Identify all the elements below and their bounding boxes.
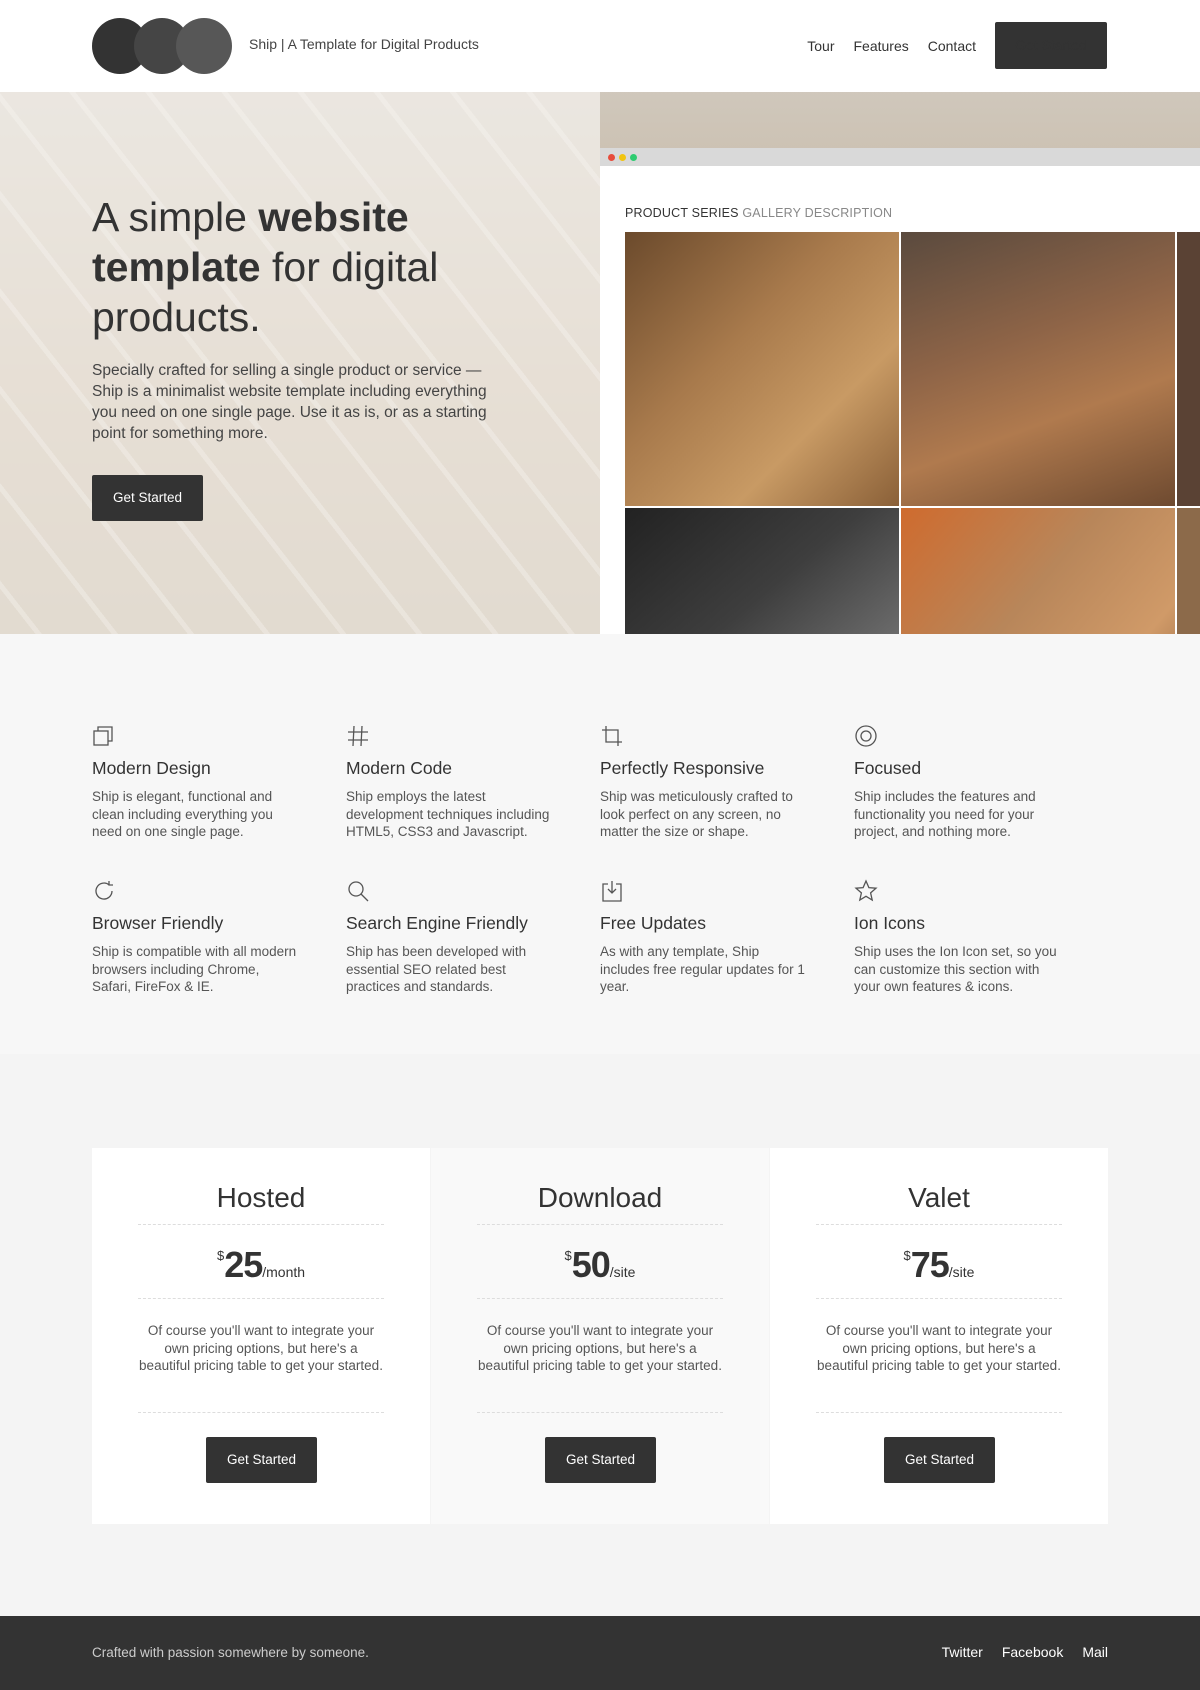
hero-description: Specially crafted for selling a single p… (92, 362, 487, 442)
star-icon (854, 879, 878, 902)
divider (816, 1224, 1062, 1225)
hero-section: A simple website template for digital pro… (0, 92, 1200, 634)
close-dot-icon (608, 154, 615, 161)
gallery-photo-notebook[interactable] (901, 508, 1175, 634)
site-footer: Crafted with passion somewhere by someon… (0, 1616, 1200, 1690)
feature-title: Perfectly Responsive (600, 758, 765, 778)
plan-name: Valet (908, 1182, 970, 1213)
divider (138, 1224, 384, 1225)
logo-circle (176, 18, 232, 74)
feature-item: Browser Friendly Ship is compatible with… (92, 879, 302, 996)
feature-text: Ship was meticulously crafted to look pe… (600, 789, 793, 839)
feature-item: Modern Design Ship is elegant, functiona… (92, 724, 302, 841)
feature-text: Ship is elegant, functional and clean in… (92, 789, 273, 839)
gallery-heading: PRODUCT SERIES GALLERY DESCRIPTION (625, 206, 893, 220)
pricing-plan-valet: Valet $75/site Of course you'll want to … (770, 1148, 1108, 1524)
gallery-photo-pencils[interactable] (625, 232, 899, 506)
gallery-photo[interactable] (1177, 508, 1200, 634)
plan-get-started-button[interactable]: Get Started (206, 1437, 317, 1483)
feature-text: Ship employs the latest development tech… (346, 789, 550, 839)
browser-mockup: PRODUCT SERIES GALLERY DESCRIPTION (600, 148, 1200, 634)
feature-title: Focused (854, 758, 922, 778)
maximize-dot-icon (630, 154, 637, 161)
site-tagline: Ship | A Template for Digital Products (249, 36, 479, 52)
plan-description: Of course you'll want to integrate your … (139, 1323, 383, 1373)
pricing-plan-download: Download $50/site Of course you'll want … (431, 1148, 769, 1524)
plan-get-started-button[interactable]: Get Started (545, 1437, 656, 1483)
plan-name: Download (537, 1182, 663, 1213)
features-section: Modern Design Ship is elegant, functiona… (0, 634, 1200, 1054)
plan-price: $75/site (903, 1244, 975, 1285)
feature-text: As with any template, Ship includes free… (600, 944, 805, 994)
hero-title: A simple website template for digital pro… (92, 194, 439, 340)
plan-get-started-button[interactable]: Get Started (884, 1437, 995, 1483)
gallery-photo[interactable] (1177, 232, 1200, 506)
feature-title: Browser Friendly (92, 913, 224, 933)
footer-link-twitter[interactable]: Twitter (942, 1644, 983, 1660)
nav-tour[interactable]: Tour (807, 38, 834, 54)
feature-text: Ship has been developed with essential S… (346, 944, 527, 994)
plan-name: Hosted (216, 1182, 306, 1213)
gallery-photo-leather-bag[interactable] (901, 232, 1175, 506)
nav-features[interactable]: Features (854, 38, 909, 54)
feature-text: Ship includes the features and functiona… (854, 789, 1036, 839)
gallery-photo-cameras[interactable] (625, 508, 899, 634)
target-icon (855, 725, 877, 747)
plan-description: Of course you'll want to integrate your … (817, 1323, 1061, 1373)
divider (477, 1298, 723, 1299)
feature-item: Search Engine Friendly Ship has been dev… (346, 879, 556, 996)
feature-text: Ship uses the Ion Icon set, so you can c… (854, 944, 1057, 994)
feature-text: Ship is compatible with all modern brows… (92, 944, 297, 994)
feature-item: Modern Code Ship employs the latest deve… (346, 724, 556, 841)
divider (138, 1412, 384, 1413)
footer-links: Twitter Facebook Mail (923, 1644, 1108, 1660)
divider (477, 1412, 723, 1413)
divider (816, 1412, 1062, 1413)
site-header: Ship | A Template for Digital Products T… (0, 0, 1200, 92)
hero-get-started-button[interactable]: Get Started (92, 475, 203, 521)
plan-price: $25/month (216, 1244, 306, 1285)
gallery-grid (625, 232, 1200, 634)
logo[interactable] (92, 18, 232, 74)
main-nav: Tour Features Contact Get Started (807, 22, 1200, 69)
divider (816, 1298, 1062, 1299)
feature-item: Ion Icons Ship uses the Ion Icon set, so… (854, 879, 1064, 996)
minimize-dot-icon (619, 154, 626, 161)
search-icon (348, 881, 369, 902)
download-icon (602, 881, 622, 902)
nav-contact[interactable]: Contact (928, 38, 976, 54)
feature-item: Perfectly Responsive Ship was meticulous… (600, 724, 810, 841)
plan-price: $50/site (564, 1244, 636, 1285)
footer-link-facebook[interactable]: Facebook (1002, 1644, 1063, 1660)
feature-title: Ion Icons (854, 913, 926, 933)
footer-link-mail[interactable]: Mail (1082, 1644, 1108, 1660)
hash-icon (348, 725, 368, 747)
pricing-section: Hosted $25/month Of course you'll want t… (0, 1054, 1200, 1616)
feature-title: Search Engine Friendly (346, 913, 528, 933)
feature-title: Modern Design (92, 758, 211, 778)
feature-item: Focused Ship includes the features and f… (854, 724, 1064, 841)
footer-credit: Crafted with passion somewhere by someon… (92, 1645, 369, 1660)
crop-icon (602, 726, 622, 746)
feature-title: Modern Code (346, 758, 453, 778)
copy-icon (93, 726, 113, 746)
refresh-icon (95, 881, 113, 900)
divider (477, 1224, 723, 1225)
plan-description: Of course you'll want to integrate your … (478, 1323, 722, 1373)
header-get-started-button[interactable]: Get Started (995, 22, 1107, 69)
divider (138, 1298, 384, 1299)
feature-title: Free Updates (600, 913, 707, 933)
feature-item: Free Updates As with any template, Ship … (600, 879, 810, 996)
pricing-plan-hosted: Hosted $25/month Of course you'll want t… (92, 1148, 430, 1524)
browser-titlebar (600, 148, 1200, 166)
